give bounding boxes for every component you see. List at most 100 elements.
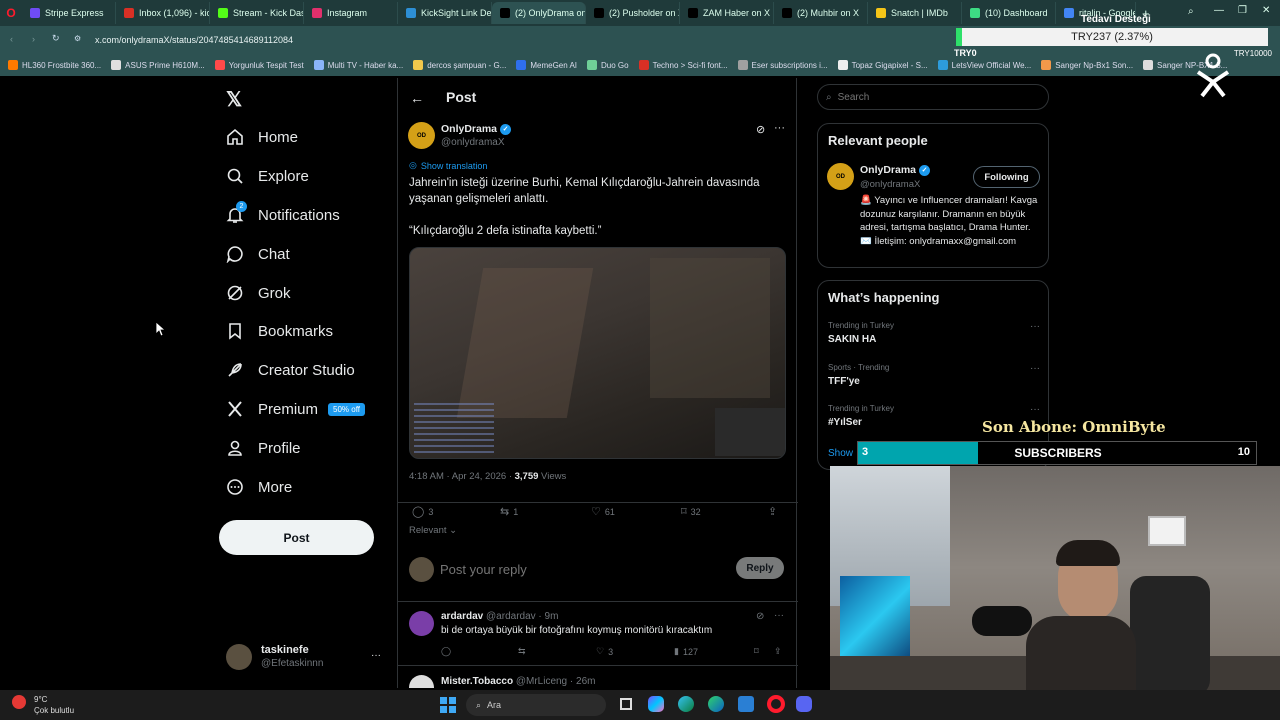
browser-tab[interactable]: Instagram <box>304 2 398 24</box>
repost-action[interactable]: ⇆ <box>518 646 526 657</box>
avatar <box>409 557 434 582</box>
store-icon[interactable] <box>738 696 754 712</box>
bookmark-item[interactable]: Topaz Gigapixel - S... <box>837 60 928 70</box>
bookmark-item[interactable]: dercos şampuan - G... <box>413 60 506 70</box>
bookmark-item[interactable]: HL360 Frostbite 360... <box>8 60 101 70</box>
reply-button[interactable]: Reply <box>736 557 784 579</box>
author-avatar[interactable]: OD <box>408 122 435 149</box>
task-view-icon[interactable] <box>620 698 632 710</box>
back-icon[interactable]: ‹ <box>10 34 13 44</box>
more-icon[interactable]: ··· <box>774 610 784 621</box>
tab-label: (2) Pusholder on X: <box>609 8 680 18</box>
search-box[interactable]: ⌕ <box>817 84 1049 110</box>
tab-favicon-icon <box>30 8 40 18</box>
share-icon[interactable]: ⇪ <box>768 505 777 518</box>
browser-tab[interactable]: Snatch | IMDb <box>868 2 962 24</box>
browser-tab[interactable]: Inbox (1,096) - kick <box>116 2 210 24</box>
nav-item-grok[interactable]: Grok <box>226 284 291 302</box>
more-icon[interactable]: ··· <box>1030 404 1040 415</box>
person-name[interactable]: OnlyDrama ✓ <box>860 164 931 176</box>
discord-icon[interactable] <box>796 696 812 712</box>
bookmark-item[interactable]: Eser subscriptions i... <box>737 60 828 70</box>
bookmark-item[interactable]: Yorgunluk Tespit Test <box>214 60 304 70</box>
bookmark-item[interactable]: Techno > Sci-fi font... <box>638 60 728 70</box>
grok-icon[interactable]: ⊘ <box>756 123 765 136</box>
reply-action[interactable]: ◯ 3 <box>412 505 433 518</box>
author-handle[interactable]: @onlydramaX <box>441 137 505 148</box>
site-info-icon[interactable]: ⚙ <box>74 34 81 43</box>
copilot-icon[interactable] <box>648 696 664 712</box>
more-icon[interactable]: ··· <box>1030 363 1040 374</box>
reply-item[interactable]: Mister.Tobacco @MrLiceng · 26m <box>398 668 798 688</box>
repost-action[interactable]: ⇆ 1 <box>500 505 518 518</box>
nav-item-more[interactable]: More <box>226 478 292 496</box>
nav-item-notifications[interactable]: 2 Notifications <box>226 201 340 224</box>
edge-icon[interactable] <box>708 696 724 712</box>
account-handle: @Efetaskinnn <box>261 658 324 669</box>
post-button[interactable]: Post <box>219 520 374 555</box>
edge-icon[interactable] <box>678 696 694 712</box>
more-icon[interactable]: ··· <box>774 122 785 134</box>
post-video[interactable] <box>409 247 786 459</box>
browser-tab[interactable]: Stripe Express <box>22 2 116 24</box>
browser-tab[interactable]: (2) Muhbir on X <box>774 2 868 24</box>
video-chat-overlay <box>414 403 494 455</box>
more-icon[interactable]: ··· <box>1030 321 1040 332</box>
like-action[interactable]: ♡ 3 <box>596 646 613 657</box>
back-arrow-icon[interactable]: ← <box>410 90 424 106</box>
verified-icon: ✓ <box>500 123 512 135</box>
search-input[interactable] <box>837 91 1028 103</box>
nav-item-bookmarks[interactable]: Bookmarks <box>226 322 333 340</box>
account-switcher[interactable]: taskinefe @Efetaskinnn ··· <box>226 642 386 674</box>
person-avatar[interactable]: OD <box>827 163 854 190</box>
nav-item-creator-studio[interactable]: Creator Studio <box>226 361 355 379</box>
nav-label: Chat <box>258 245 290 263</box>
bookmark-label: Multi TV - Haber ka... <box>327 60 404 70</box>
nav-label: Creator Studio <box>258 361 355 379</box>
author-name[interactable]: OnlyDrama ✓ <box>441 123 512 135</box>
nav-item-home[interactable]: Home <box>226 128 298 146</box>
reply-item[interactable]: ardardav @ardardav · 9m ⊘ ··· bi de orta… <box>398 602 798 666</box>
nav-item-chat[interactable]: Chat <box>226 245 290 263</box>
tab-favicon-icon <box>406 8 416 18</box>
browser-tab[interactable]: Stream - Kick Dashb <box>210 2 304 24</box>
forward-icon[interactable]: › <box>32 34 35 44</box>
bookmark-icon[interactable]: ⌑ <box>754 646 759 657</box>
trend-item[interactable]: Trending in Turkey SAKIN HA ··· <box>828 321 1040 351</box>
reply-icon: ◯ <box>441 646 452 656</box>
like-action[interactable]: ♡ 61 <box>591 505 615 518</box>
show-more-link[interactable]: Show <box>828 448 853 459</box>
browser-tab[interactable]: (2) OnlyDrama on X: <box>492 2 586 24</box>
grok-icon[interactable]: ⊘ <box>756 611 764 622</box>
sort-dropdown[interactable]: Relevant ⌄ <box>409 525 457 536</box>
following-button[interactable]: Following <box>973 166 1040 188</box>
trend-item[interactable]: Sports · Trending TFF'ye ··· <box>828 363 1040 393</box>
x-icon <box>226 400 244 418</box>
show-translation-link[interactable]: ◎ Show translation <box>409 160 487 171</box>
bookmark-item[interactable]: MemeGen AI <box>516 60 577 70</box>
x-logo-icon[interactable]: 𝕏 <box>226 87 242 112</box>
url-field[interactable]: x.com/onlydramaX/status/2047485414689112… <box>95 35 293 45</box>
browser-tab[interactable]: ZAM Haber on X <box>680 2 774 24</box>
reply-input[interactable] <box>440 559 720 579</box>
reply-action[interactable]: ◯ <box>441 646 451 657</box>
bookmark-label: Techno > Sci-fi font... <box>652 60 728 70</box>
bookmark-action[interactable]: ⌑ 32 <box>681 505 701 518</box>
bookmark-item[interactable]: Multi TV - Haber ka... <box>313 60 404 70</box>
taskbar-search[interactable]: ⌕ Ara <box>466 694 606 716</box>
start-button[interactable] <box>440 697 456 713</box>
views-action[interactable]: ▮ 127 <box>674 646 698 657</box>
browser-tab[interactable]: (2) Pusholder on X: <box>586 2 680 24</box>
opera-icon[interactable] <box>767 695 785 713</box>
tab-favicon-icon <box>782 8 792 18</box>
nav-item-explore[interactable]: Explore <box>226 167 309 185</box>
nav-item-premium[interactable]: Premium 50% off <box>226 400 365 418</box>
share-icon[interactable]: ⇪ <box>774 646 782 657</box>
bookmark-item[interactable]: Duo Go <box>587 60 629 70</box>
nav-item-profile[interactable]: Profile <box>226 439 301 457</box>
reload-icon[interactable]: ↻ <box>52 33 60 44</box>
opera-logo-icon[interactable]: O <box>0 6 22 20</box>
bookmark-item[interactable]: ASUS Prime H610M... <box>111 60 205 70</box>
chat-icon <box>226 245 244 263</box>
browser-tab[interactable]: KickSight Link Dete <box>398 2 492 24</box>
